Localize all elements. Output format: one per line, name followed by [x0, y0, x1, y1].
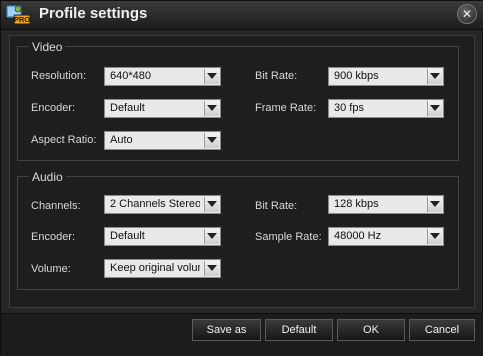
audio-volume-value: Keep original volume: [110, 262, 200, 274]
audio-bit-rate-select[interactable]: 128 kbps: [328, 195, 444, 214]
audio-bit-rate-value: 128 kbps: [334, 198, 379, 210]
audio-channels-select[interactable]: 2 Channels Stereo: [104, 195, 221, 214]
cancel-button[interactable]: Cancel: [409, 319, 475, 341]
video-frame-rate-label: Frame Rate:: [255, 102, 317, 114]
title-bar: PRO Profile settings ✕: [1, 1, 483, 30]
audio-channels-label: Channels:: [31, 200, 81, 212]
app-icon: PRO: [5, 4, 31, 25]
video-bit-rate-value: 900 kbps: [334, 70, 379, 82]
audio-channels-value: 2 Channels Stereo: [110, 198, 200, 210]
video-encoder-select[interactable]: Default: [104, 99, 221, 118]
audio-sample-rate-select[interactable]: 48000 Hz: [328, 227, 444, 246]
video-frame-rate-value: 30 fps: [334, 102, 364, 114]
video-frame-rate-select[interactable]: 30 fps: [328, 99, 444, 118]
chevron-down-icon[interactable]: [204, 261, 219, 276]
video-aspect-ratio-label: Aspect Ratio:: [31, 134, 97, 146]
profile-settings-dialog: PRO Profile settings ✕ Video Resolution:…: [0, 0, 483, 356]
video-group-title: Video: [29, 40, 66, 54]
chevron-down-icon[interactable]: [204, 229, 219, 244]
audio-volume-label: Volume:: [31, 263, 71, 275]
window-title: Profile settings: [39, 5, 148, 22]
video-bit-rate-select[interactable]: 900 kbps: [328, 67, 444, 86]
audio-sample-rate-value: 48000 Hz: [334, 230, 382, 242]
audio-volume-select[interactable]: Keep original volume: [104, 259, 221, 278]
chevron-down-icon[interactable]: [204, 69, 219, 84]
audio-encoder-label: Encoder:: [31, 231, 76, 243]
chevron-down-icon[interactable]: [427, 69, 442, 84]
audio-encoder-value: Default: [110, 230, 145, 242]
chevron-down-icon[interactable]: [427, 101, 442, 116]
chevron-down-icon[interactable]: [427, 197, 442, 212]
ok-button[interactable]: OK: [337, 319, 405, 341]
close-icon: ✕: [461, 7, 473, 21]
app-icon-badge: PRO: [14, 15, 30, 24]
video-aspect-ratio-value: Auto: [110, 134, 133, 146]
video-resolution-select[interactable]: 640*480: [104, 67, 221, 86]
audio-encoder-select[interactable]: Default: [104, 227, 221, 246]
video-encoder-label: Encoder:: [31, 102, 76, 114]
chevron-down-icon[interactable]: [204, 197, 219, 212]
video-encoder-value: Default: [110, 102, 145, 114]
chevron-down-icon[interactable]: [204, 133, 219, 148]
audio-sample-rate-label: Sample Rate:: [255, 231, 322, 243]
chevron-down-icon[interactable]: [204, 101, 219, 116]
close-button[interactable]: ✕: [457, 4, 477, 24]
video-aspect-ratio-select[interactable]: Auto: [104, 131, 221, 150]
video-resolution-value: 640*480: [110, 70, 151, 82]
audio-bit-rate-label: Bit Rate:: [255, 200, 298, 212]
video-resolution-label: Resolution:: [31, 70, 87, 82]
save-as-button[interactable]: Save as: [192, 319, 261, 341]
chevron-down-icon[interactable]: [427, 229, 442, 244]
audio-group-title: Audio: [29, 170, 66, 184]
default-button[interactable]: Default: [265, 319, 333, 341]
video-bit-rate-label: Bit Rate:: [255, 70, 298, 82]
